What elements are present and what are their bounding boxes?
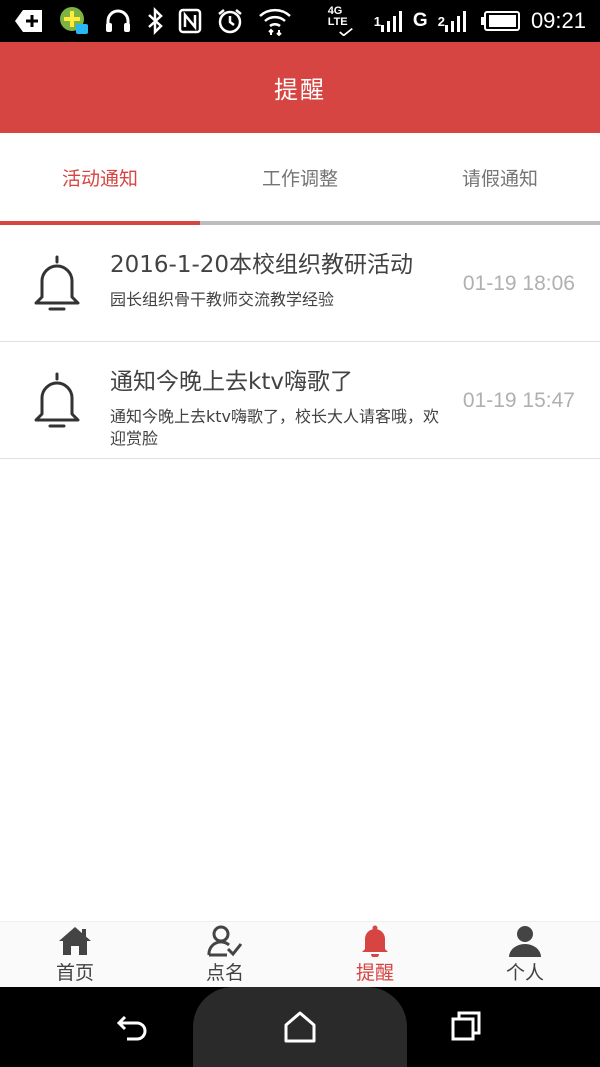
alarm-icon — [216, 6, 244, 36]
nav-reminder[interactable]: 提醒 — [300, 922, 450, 988]
nav-personal[interactable]: 个人 — [450, 922, 600, 988]
status-left-icons — [14, 6, 292, 36]
notification-title: 通知今晚上去ktv嗨歌了 — [110, 369, 353, 395]
bottom-nav: 首页 点名 提醒 个人 — [0, 921, 600, 987]
notification-description: 通知今晚上去ktv嗨歌了，校长大人请客哦，欢迎赏脸 — [110, 407, 440, 448]
notification-time: 01-19 18:06 — [462, 272, 575, 295]
status-right-icons: 4G LTE 1 G 2 09:21 — [328, 6, 586, 36]
carrier-g: G — [412, 10, 428, 31]
nav-label: 提醒 — [355, 962, 394, 984]
nav-label: 个人 — [505, 962, 544, 984]
list-item[interactable]: 2016-1-20本校组织教研活动 园长组织骨干教师交流教学经验 01-19 1… — [0, 225, 600, 342]
bell-icon — [34, 255, 80, 311]
bell-icon — [362, 925, 388, 957]
battery-icon — [480, 6, 521, 36]
tab-bar: 活动通知 工作调整 请假通知 — [0, 133, 600, 225]
nav-label: 首页 — [55, 962, 94, 984]
nav-home[interactable]: 首页 — [0, 922, 150, 988]
signal-icon-2: 2 — [438, 6, 471, 36]
headset-icon — [104, 6, 132, 36]
person-icon — [509, 926, 541, 957]
status-bar: 4G LTE 1 G 2 09:21 — [0, 0, 600, 42]
list-item[interactable]: 通知今晚上去ktv嗨歌了 通知今晚上去ktv嗨歌了，校长大人请客哦，欢迎赏脸 0… — [0, 342, 600, 459]
notification-time: 01-19 15:47 — [462, 389, 575, 412]
signal-sim-1: 1 — [373, 13, 381, 29]
signal-sim-2: 2 — [437, 13, 445, 29]
notification-title: 2016-1-20本校组织教研活动 — [110, 252, 414, 278]
bluetooth-icon — [146, 6, 164, 36]
nav-label: 点名 — [205, 962, 244, 984]
nfc-icon — [178, 6, 202, 36]
add-icon — [14, 6, 44, 36]
wifi-icon — [258, 6, 292, 36]
tab-label: 活动通知 — [61, 167, 138, 190]
home-icon — [59, 927, 91, 955]
network-indicator: 4G LTE — [328, 6, 364, 36]
tab-work-adjustment[interactable]: 工作调整 — [200, 133, 400, 221]
page-title: 提醒 — [274, 76, 326, 104]
home-button-icon[interactable] — [282, 1009, 318, 1045]
notification-description: 园长组织骨干教师交流教学经验 — [110, 290, 335, 309]
app-notification-icon — [58, 6, 90, 36]
tab-leave-notice[interactable]: 请假通知 — [400, 133, 600, 221]
nav-roll-call[interactable]: 点名 — [150, 922, 300, 988]
notification-list: 2016-1-20本校组织教研活动 园长组织骨干教师交流教学经验 01-19 1… — [0, 225, 600, 459]
signal-icon: 1 — [374, 6, 403, 36]
system-nav-bar — [0, 987, 600, 1067]
app-header: 提醒 — [0, 42, 600, 133]
back-icon[interactable] — [115, 1009, 151, 1045]
tab-activity-notice[interactable]: 活动通知 — [0, 133, 200, 221]
tab-label: 请假通知 — [461, 167, 538, 190]
network-label: 4G LTE — [327, 5, 348, 28]
roll-call-icon — [207, 925, 243, 957]
recent-apps-icon[interactable] — [449, 1009, 485, 1045]
tab-label: 工作调整 — [261, 167, 338, 190]
bell-icon — [34, 372, 80, 428]
status-time: 09:21 — [530, 8, 586, 33]
